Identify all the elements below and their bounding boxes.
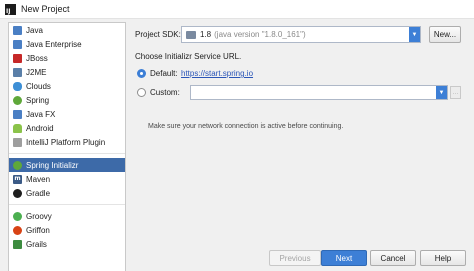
intellij-app-icon: IJ [5, 3, 16, 15]
java-ee-icon [13, 39, 22, 49]
chevron-down-icon[interactable]: ▼ [409, 27, 420, 42]
sdk-version: 1.8 [200, 30, 212, 39]
sidebar-item-griffon[interactable]: Griffon [9, 223, 125, 237]
sidebar-item-label: Clouds [26, 81, 51, 91]
groovy-icon [13, 211, 22, 221]
project-sdk-label: Project SDK: [135, 30, 181, 39]
sidebar-item-label: Spring [26, 95, 50, 105]
sidebar-item-label: J2ME [26, 67, 47, 77]
network-note: Make sure your network connection is act… [148, 123, 344, 130]
sidebar-item-label: JBoss [26, 53, 48, 63]
default-radio[interactable] [137, 69, 146, 78]
custom-url-row: Custom: ▼ … [137, 85, 461, 100]
sidebar-item-gradle[interactable]: Gradle [9, 186, 125, 200]
spring-initializr-icon [13, 160, 22, 170]
window-title: New Project [21, 4, 70, 14]
sidebar-item-label: IntelliJ Platform Plugin [26, 137, 106, 147]
sidebar-item-label: Spring Initializr [26, 160, 79, 170]
custom-url-input[interactable]: ▼ [190, 85, 448, 100]
default-url-link[interactable]: https://start.spring.io [181, 69, 253, 78]
sidebar-item-java[interactable]: Java [9, 23, 125, 37]
choose-service-label: Choose Initializr Service URL. [135, 52, 242, 61]
sidebar-item-grails[interactable]: Grails [9, 237, 125, 251]
sidebar-item-label: Java [26, 25, 43, 35]
sidebar-item-label: Griffon [26, 225, 50, 235]
sidebar-item-label: Maven [26, 174, 51, 184]
sidebar-item-label: Gradle [26, 188, 51, 198]
sidebar-item-java-fx[interactable]: Java FX [9, 107, 125, 121]
sidebar-item-label: Groovy [26, 211, 52, 221]
jboss-icon [13, 53, 22, 63]
sidebar-item-java-enterprise[interactable]: Java Enterprise [9, 37, 125, 51]
sidebar-divider [9, 204, 125, 205]
griffon-icon [13, 225, 22, 235]
sidebar-item-label: Android [26, 123, 54, 133]
gradle-icon [13, 188, 22, 198]
browse-icon[interactable]: … [450, 86, 461, 99]
next-button[interactable]: Next [321, 250, 367, 266]
sdk-folder-icon [186, 30, 196, 39]
sidebar-item-spring[interactable]: Spring [9, 93, 125, 107]
chevron-down-icon[interactable]: ▼ [436, 86, 447, 99]
previous-button[interactable]: Previous [269, 250, 321, 266]
spring-leaf-icon [13, 95, 22, 105]
help-button[interactable]: Help [420, 250, 466, 266]
sidebar-item-groovy[interactable]: Groovy [9, 209, 125, 223]
javafx-icon [13, 109, 22, 119]
j2me-icon [13, 67, 22, 77]
sidebar-item-label: Java FX [26, 109, 56, 119]
project-sdk-row: Project SDK: 1.8 (java version "1.8.0_16… [135, 26, 461, 43]
sidebar-item-android[interactable]: Android [9, 121, 125, 135]
android-icon [13, 123, 22, 133]
sidebar-item-spring-initializr[interactable]: Spring Initializr [9, 158, 125, 172]
custom-label[interactable]: Custom: [150, 88, 190, 97]
sidebar-item-jboss[interactable]: JBoss [9, 51, 125, 65]
cloud-icon [13, 81, 22, 91]
default-label[interactable]: Default: [150, 69, 181, 78]
project-type-list[interactable]: Java Java Enterprise JBoss J2ME Clouds S… [8, 22, 126, 271]
title-bar: IJ New Project [0, 0, 474, 19]
sidebar-divider [9, 153, 125, 154]
plugin-icon [13, 137, 22, 147]
sidebar-item-label: Java Enterprise [26, 39, 82, 49]
new-sdk-button[interactable]: New... [429, 26, 461, 43]
default-url-row: Default: https://start.spring.io [137, 69, 253, 78]
custom-radio[interactable] [137, 88, 146, 97]
settings-panel: Project SDK: 1.8 (java version "1.8.0_16… [127, 19, 474, 271]
folder-icon [13, 25, 22, 35]
sidebar-item-j2me[interactable]: J2ME [9, 65, 125, 79]
sidebar-item-intellij-platform-plugin[interactable]: IntelliJ Platform Plugin [9, 135, 125, 149]
sidebar-item-clouds[interactable]: Clouds [9, 79, 125, 93]
sidebar-item-maven[interactable]: m Maven [9, 172, 125, 186]
sdk-version-detail: (java version "1.8.0_161") [214, 30, 306, 39]
maven-icon: m [13, 174, 22, 184]
grails-icon [13, 239, 22, 249]
sidebar-item-label: Grails [26, 239, 47, 249]
cancel-button[interactable]: Cancel [370, 250, 416, 266]
project-sdk-dropdown[interactable]: 1.8 (java version "1.8.0_161") ▼ [181, 26, 421, 43]
